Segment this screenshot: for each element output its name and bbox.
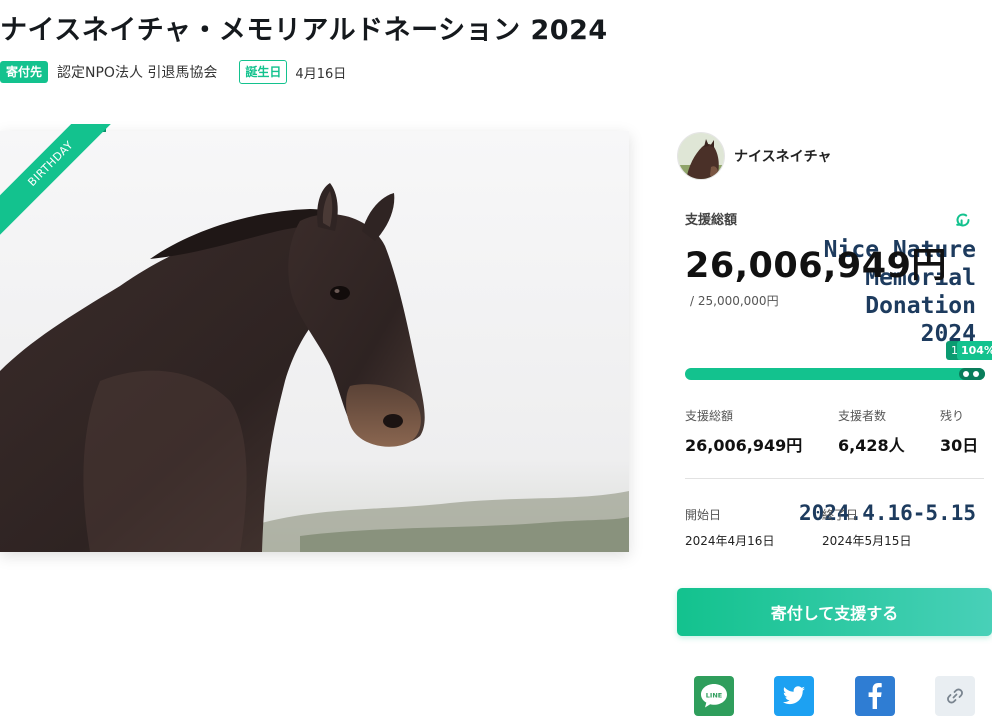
stat-remaining: 残り 30日 [940,407,978,456]
start-date-label: 開始日 [685,508,722,522]
percent-badge: 104% [957,341,992,360]
progress-overflow [959,368,985,380]
birthday-tag: 誕生日 [239,60,288,84]
twitter-icon [783,686,805,705]
birthday-ribbon-label: BIRTHDAY [0,124,120,242]
link-icon [947,688,963,704]
hero-headline-line: Donation [865,293,976,319]
stat-value: 26,006,949円 [685,436,803,455]
copy-link-button[interactable] [935,676,975,716]
birthday-date: 4月16日 [295,66,347,82]
total-label: 支援総額 [685,213,738,228]
stat-value: 30日 [940,436,979,455]
recipient-name-link[interactable]: 認定NPO法人 引退馬協会 [57,62,217,82]
avatar [677,132,725,180]
progress-fill [685,368,985,380]
end-date: 2024年5月15日 [822,534,912,548]
start-date-block: 開始日 2024年4月16日 [685,506,774,549]
donate-button[interactable]: 寄付して支援する [677,588,992,636]
progress-bar [685,368,985,380]
progress-dot [963,371,969,377]
facebook-icon [868,683,882,709]
birthday-ribbon: BIRTHDAY [0,124,120,244]
divider [685,478,984,479]
stat-label: 支援者数 [838,409,887,423]
progress-dot [973,371,979,377]
page-title: ナイスネイチャ・メモリアルドネーション 2024 [0,15,608,46]
recipient-tag: 寄付先 [0,61,49,83]
share-line-button[interactable]: LINE [694,676,734,716]
total-amount: 26,006,949円 [685,246,947,286]
goal-amount: / 25,000,000円 [690,294,779,308]
stat-supporters: 支援者数 6,428人 [838,407,905,456]
share-twitter-button[interactable] [774,676,814,716]
stat-value: 6,428人 [838,436,905,455]
line-icon-label: LINE [706,692,722,700]
stat-label: 残り [940,409,965,423]
end-date-block: 終了日 2024年5月15日 [822,506,911,549]
refresh-icon[interactable] [954,211,972,229]
stat-total: 支援総額 26,006,949円 [685,407,802,456]
project-meta: 寄付先 認定NPO法人 引退馬協会 誕生日 4月16日 [0,58,346,86]
line-icon: LINE [701,684,727,708]
share-facebook-button[interactable] [855,676,895,716]
owner-name: ナイスネイチャ [734,149,832,165]
start-date: 2024年4月16日 [685,534,775,548]
horse-avatar-icon [678,133,724,179]
stat-label: 支援総額 [685,409,734,423]
owner-profile[interactable]: ナイスネイチャ [677,132,831,180]
end-date-label: 終了日 [822,508,859,522]
